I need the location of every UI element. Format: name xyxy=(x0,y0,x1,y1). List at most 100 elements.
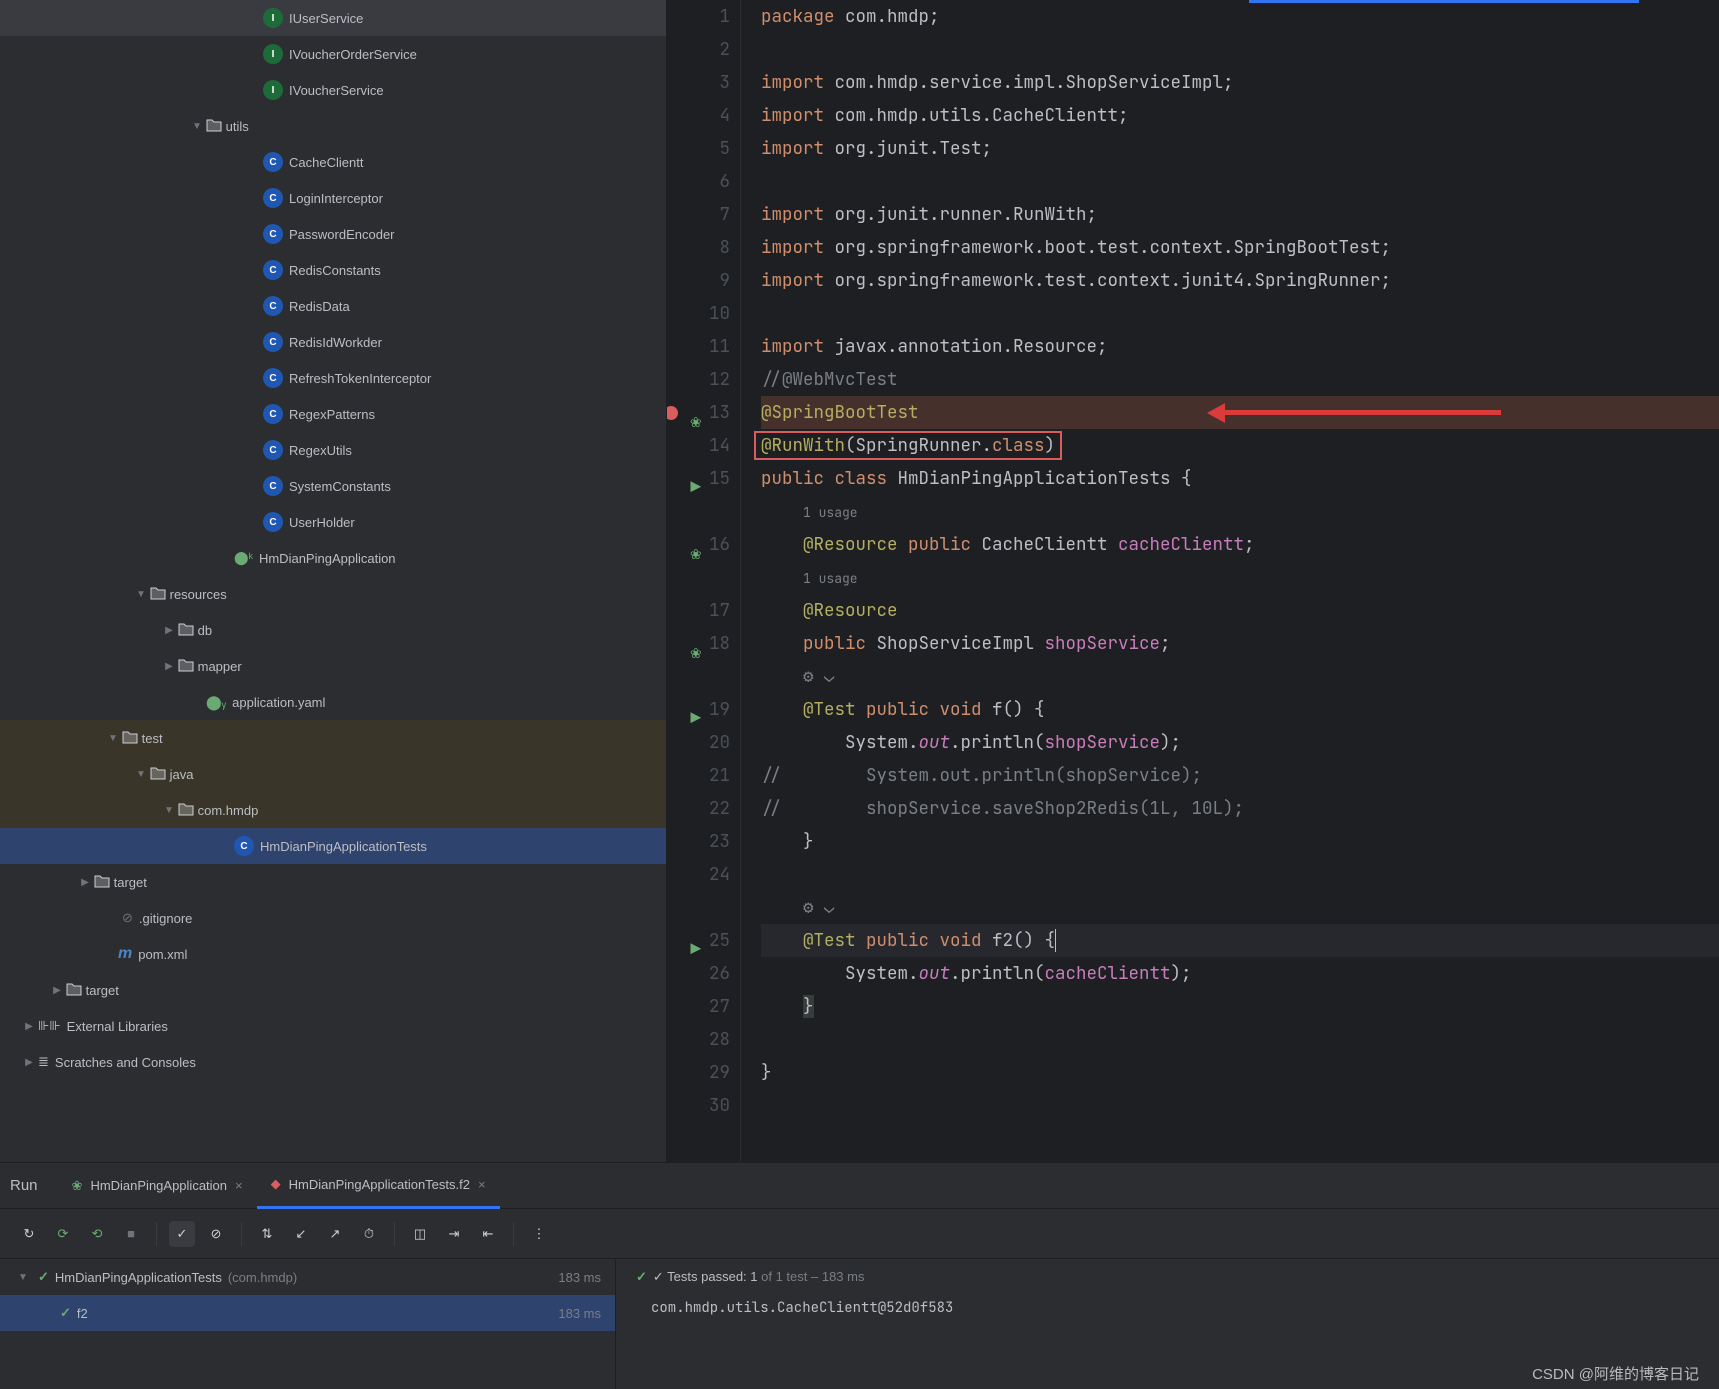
tree-item-label: RedisIdWorkder xyxy=(289,335,382,350)
stop-icon[interactable]: ■ xyxy=(118,1221,144,1247)
tree-item-target[interactable]: ▶ target xyxy=(0,972,666,1008)
class-icon: C xyxy=(263,188,283,208)
tree-item-application-yaml[interactable]: ⬤ᵧapplication.yaml xyxy=(0,684,666,720)
screenshot-icon[interactable]: ◫ xyxy=(407,1221,433,1247)
class-icon: C xyxy=(263,296,283,316)
code-line: import com.hmdp.utils.CacheClientt; xyxy=(761,99,1719,132)
code-line: package com.hmdp; xyxy=(761,0,1719,33)
tree-item-hmdianpingapplication[interactable]: ⬤ᵏHmDianPingApplication xyxy=(0,540,666,576)
code-line: import org.junit.Test; xyxy=(761,132,1719,165)
rerun-failed-icon[interactable]: ⟳ xyxy=(50,1221,76,1247)
tree-item-resources[interactable]: ▼ resources xyxy=(0,576,666,612)
spring-bean-icon[interactable]: ❀ xyxy=(685,405,701,421)
tree-item-test[interactable]: ▼ test xyxy=(0,720,666,756)
toggle-auto-icon[interactable]: ⟲ xyxy=(84,1221,110,1247)
run-test-icon[interactable]: ▶ xyxy=(685,702,701,718)
more-icon[interactable]: ⋮ xyxy=(526,1221,552,1247)
chevron-right-icon[interactable]: ▶ xyxy=(48,985,66,996)
folder-icon xyxy=(206,118,222,135)
tree-item-db[interactable]: ▶ db xyxy=(0,612,666,648)
expand-icon[interactable]: ↙ xyxy=(288,1221,314,1247)
code-line: 1 usage xyxy=(761,561,1719,594)
history-icon[interactable]: ⏱ xyxy=(356,1221,382,1247)
tree-item--gitignore[interactable]: ⊘.gitignore xyxy=(0,900,666,936)
export-icon[interactable]: ⇤ xyxy=(475,1221,501,1247)
tree-item-java[interactable]: ▼ java xyxy=(0,756,666,792)
test-node-child[interactable]: ✓ f2 183 ms xyxy=(0,1295,615,1331)
chevron-down-icon[interactable]: ▼ xyxy=(132,769,150,780)
tree-item-label: pom.xml xyxy=(138,947,187,962)
tree-item-label: resources xyxy=(170,587,227,602)
tree-item-label: HmDianPingApplication xyxy=(259,551,396,566)
tree-item-logininterceptor[interactable]: CLoginInterceptor xyxy=(0,180,666,216)
run-test-icon[interactable]: ▶ xyxy=(685,933,701,949)
show-ignored-icon[interactable]: ⊘ xyxy=(203,1221,229,1247)
close-icon[interactable]: × xyxy=(235,1178,243,1193)
run-test-icon[interactable]: ▶ xyxy=(685,471,701,487)
tree-item-ivoucherservice[interactable]: IIVoucherService xyxy=(0,72,666,108)
run-tab-test[interactable]: ◆ HmDianPingApplicationTests.f2 × xyxy=(257,1163,500,1209)
run-panel[interactable]: Run ❀ HmDianPingApplication × ◆ HmDianPi… xyxy=(0,1162,1719,1389)
tree-item-label: target xyxy=(114,875,147,890)
chevron-down-icon[interactable]: ▼ xyxy=(188,121,206,132)
code-line xyxy=(761,1023,1719,1056)
test-pass-icon: ✓ xyxy=(636,1269,647,1285)
tree-item-target[interactable]: ▶ target xyxy=(0,864,666,900)
chevron-down-icon[interactable]: ▼ xyxy=(160,805,178,816)
chevron-right-icon[interactable]: ▶ xyxy=(160,661,178,672)
code-line: // System.out.println(shopService); xyxy=(761,759,1719,792)
tree-item-regexutils[interactable]: CRegexUtils xyxy=(0,432,666,468)
tree-item-pom-xml[interactable]: m pom.xml xyxy=(0,936,666,972)
chevron-right-icon[interactable]: ▶ xyxy=(20,1021,38,1032)
chevron-down-icon[interactable]: ▼ xyxy=(132,589,150,600)
tree-item-label: IVoucherOrderService xyxy=(289,47,417,62)
import-icon[interactable]: ⇥ xyxy=(441,1221,467,1247)
tree-item-cacheclientt[interactable]: CCacheClientt xyxy=(0,144,666,180)
chevron-right-icon[interactable]: ▶ xyxy=(160,625,178,636)
spring-bean-icon[interactable]: ❀ xyxy=(685,636,701,652)
tree-item-redisidworkder[interactable]: C RedisIdWorkder xyxy=(0,324,666,360)
interface-icon: I xyxy=(263,80,283,100)
close-icon[interactable]: × xyxy=(478,1177,486,1192)
code-line: @Test public void f() { xyxy=(761,693,1719,726)
test-results-tree[interactable]: ▼ ✓ HmDianPingApplicationTests (com.hmdp… xyxy=(0,1259,616,1389)
collapse-icon[interactable]: ↗ xyxy=(322,1221,348,1247)
chevron-right-icon[interactable]: ▶ xyxy=(76,877,94,888)
tree-item-redisdata[interactable]: CRedisData xyxy=(0,288,666,324)
maven-icon: m xyxy=(118,945,132,963)
folder-icon xyxy=(150,766,166,783)
tree-item-com-hmdp[interactable]: ▼ com.hmdp xyxy=(0,792,666,828)
tree-item-redisconstants[interactable]: CRedisConstants xyxy=(0,252,666,288)
chevron-down-icon[interactable]: ▼ xyxy=(104,733,122,744)
tree-item-ivoucherorderservice[interactable]: IIVoucherOrderService xyxy=(0,36,666,72)
class-icon: C xyxy=(263,440,283,460)
tree-item-systemconstants[interactable]: CSystemConstants xyxy=(0,468,666,504)
chevron-down-icon[interactable]: ▼ xyxy=(14,1272,32,1283)
yaml-icon: ⬤ᵧ xyxy=(206,694,226,711)
tree-item-external-libraries[interactable]: ▶⊪⊪External Libraries xyxy=(0,1008,666,1044)
class-icon: C xyxy=(263,332,283,352)
tree-item-hmdianpingapplicationtests[interactable]: CHmDianPingApplicationTests xyxy=(0,828,666,864)
tree-item-iuserservice[interactable]: IIUserService xyxy=(0,0,666,36)
rerun-icon[interactable]: ↻ xyxy=(16,1221,42,1247)
tree-item-scratches-and-consoles[interactable]: ▶≣Scratches and Consoles xyxy=(0,1044,666,1080)
run-tab-app[interactable]: ❀ HmDianPingApplication × xyxy=(58,1163,257,1209)
tree-item-label: com.hmdp xyxy=(198,803,259,818)
watermark-text: CSDN @阿维的博客日记 xyxy=(1532,1363,1699,1384)
tree-item-userholder[interactable]: CUserHolder xyxy=(0,504,666,540)
show-passed-icon[interactable]: ✓ xyxy=(169,1221,195,1247)
tree-item-passwordencoder[interactable]: CPasswordEncoder xyxy=(0,216,666,252)
spring-bean-icon[interactable]: ❀ xyxy=(685,537,701,553)
chevron-right-icon[interactable]: ▶ xyxy=(20,1057,38,1068)
sort-icon[interactable]: ⇅ xyxy=(254,1221,280,1247)
project-tree[interactable]: IIUserServiceIIVoucherOrderServiceIIVouc… xyxy=(0,0,667,1162)
tree-item-refreshtokeninterceptor[interactable]: CRefreshTokenInterceptor xyxy=(0,360,666,396)
test-node-root[interactable]: ▼ ✓ HmDianPingApplicationTests (com.hmdp… xyxy=(0,1259,615,1295)
class-icon: C xyxy=(234,836,254,856)
code-editor[interactable]: 123456789101112❀1314▶15❀1617❀18▶19202122… xyxy=(667,0,1719,1162)
code-line xyxy=(761,165,1719,198)
tree-item-mapper[interactable]: ▶ mapper xyxy=(0,648,666,684)
breakpoint-icon[interactable] xyxy=(667,406,678,420)
tree-item-utils[interactable]: ▼ utils xyxy=(0,108,666,144)
tree-item-regexpatterns[interactable]: CRegexPatterns xyxy=(0,396,666,432)
